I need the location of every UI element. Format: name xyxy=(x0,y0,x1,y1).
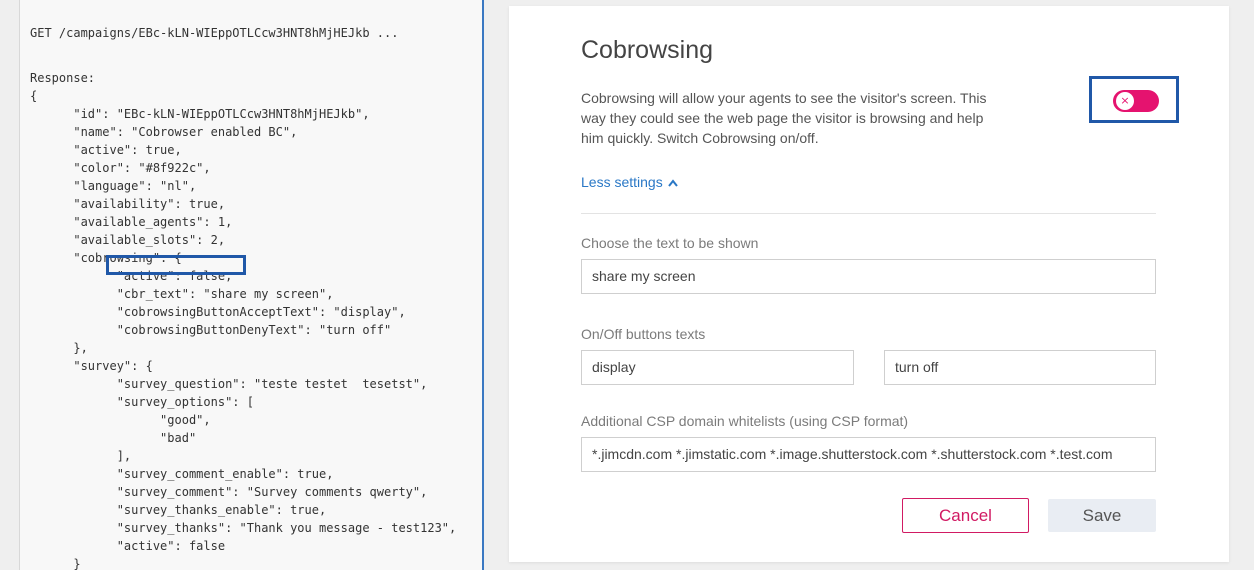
code-line: } xyxy=(30,557,81,570)
code-line: "bad" xyxy=(30,431,197,445)
on-button-text-input[interactable]: display xyxy=(581,350,854,385)
csp-whitelist-label: Additional CSP domain whitelists (using … xyxy=(581,413,909,429)
code-line: "id": "EBc-kLN-WIEppOTLCcw3HNT8hMjHEJkb"… xyxy=(30,107,370,121)
buttons-texts-label: On/Off buttons texts xyxy=(581,326,706,342)
code-line: "survey_thanks_enable": true, xyxy=(30,503,327,517)
code-line: "active": false xyxy=(30,539,226,553)
code-line: GET /campaigns/EBc-kLN-WIEppOTLCcw3HNT8h… xyxy=(30,26,399,40)
code-line: "good", xyxy=(30,413,211,427)
code-line: "survey": { xyxy=(30,359,153,373)
code-line: "name": "Cobrowser enabled BC", xyxy=(30,125,298,139)
cobrowsing-settings-card: Cobrowsing Cobrowsing will allow your ag… xyxy=(509,6,1229,562)
code-line: "color": "#8f922c", xyxy=(30,161,211,175)
code-line: "language": "nl", xyxy=(30,179,197,193)
code-line: "cbr_text": "share my screen", xyxy=(30,287,334,301)
cobrowsing-toggle[interactable]: × xyxy=(1113,90,1159,112)
code-line: Response: xyxy=(30,71,96,85)
code-line: "survey_question": "teste testet tesetst… xyxy=(30,377,428,391)
code-line: "available_slots": 2, xyxy=(30,233,226,247)
code-line: "availability": true, xyxy=(30,197,226,211)
toggle-highlight: × xyxy=(1089,76,1179,123)
cobrowsing-description: Cobrowsing will allow your agents to see… xyxy=(581,90,987,146)
code-line: "cobrowsingButtonAcceptText": "display", xyxy=(30,305,406,319)
code-line: "active": true, xyxy=(30,143,182,157)
cobrowsing-active-highlight xyxy=(106,255,246,275)
code-line: "survey_comment": "Survey comments qwert… xyxy=(30,485,428,499)
chevron-up-icon xyxy=(667,179,678,187)
code-line: "survey_comment_enable": true, xyxy=(30,467,334,481)
code-line: "cobrowsingButtonDenyText": "turn off" xyxy=(30,323,392,337)
off-button-text-input[interactable]: turn off xyxy=(884,350,1156,385)
close-icon: × xyxy=(1116,92,1134,110)
code-line: "available_agents": 1, xyxy=(30,215,233,229)
divider xyxy=(581,213,1156,214)
page-title: Cobrowsing xyxy=(581,36,714,64)
less-settings-label: Less settings xyxy=(581,174,663,190)
save-button[interactable]: Save xyxy=(1048,499,1156,532)
code-line: { xyxy=(30,89,38,103)
less-settings-link[interactable]: Less settings xyxy=(581,174,679,190)
text-to-show-input[interactable]: share my screen xyxy=(581,259,1156,294)
code-line: "survey_options": [ xyxy=(30,395,254,409)
api-response-panel: GET /campaigns/EBc-kLN-WIEppOTLCcw3HNT8h… xyxy=(19,0,484,570)
cancel-button[interactable]: Cancel xyxy=(902,498,1029,533)
code-line: "survey_thanks": "Thank you message - te… xyxy=(30,521,457,535)
text-to-show-label: Choose the text to be shown xyxy=(581,235,759,251)
code-line: }, xyxy=(30,341,88,355)
csp-whitelist-input[interactable]: *.jimcdn.com *.jimstatic.com *.image.shu… xyxy=(581,437,1156,472)
code-line: ], xyxy=(30,449,132,463)
